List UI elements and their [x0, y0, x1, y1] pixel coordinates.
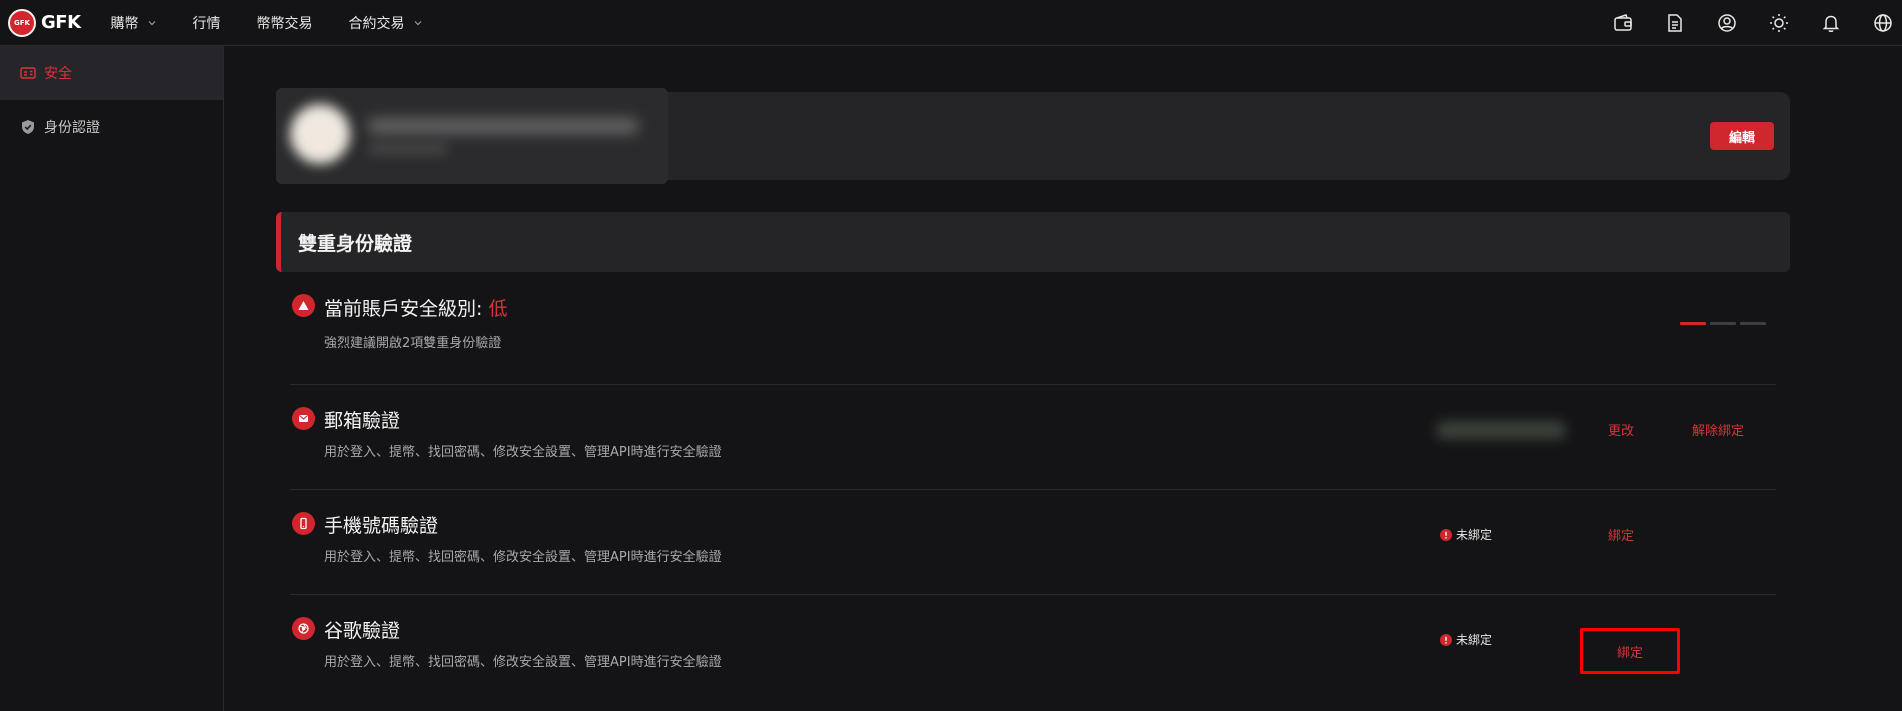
phone-verification-description: 用於登入、提幣、找回密碼、修改安全設置、管理API時進行安全驗證	[324, 550, 722, 565]
bind-phone-link[interactable]: 綁定	[1608, 525, 1634, 544]
edit-profile-button[interactable]: 編輯	[1710, 122, 1774, 150]
security-level-description: 強烈建議開啟2項雙重身份驗證	[324, 336, 502, 351]
security-level-prefix: 當前賬戶安全級別:	[324, 298, 483, 320]
nav-item-futures-trading[interactable]: 合約交易	[349, 13, 423, 33]
security-level-value: 低	[488, 298, 508, 320]
id-card-icon	[20, 67, 36, 79]
sidebar-item-label: 安全	[44, 66, 72, 82]
alert-circle-icon	[1440, 528, 1452, 541]
shield-check-icon	[22, 120, 34, 134]
brand-logo[interactable]: GFK GFK	[8, 8, 81, 37]
brand-name: GFK	[41, 12, 81, 33]
google-authenticator-status: 未綁定	[1440, 631, 1492, 648]
alert-circle-icon	[1440, 633, 1452, 646]
blurred-bound-email-status	[1436, 421, 1566, 439]
security-level-indicator	[1676, 322, 1766, 325]
nav-item-label: 行情	[192, 15, 221, 32]
google-authenticator-status-label: 未綁定	[1456, 633, 1493, 647]
sidebar-item-identity-verification[interactable]: 身份認證	[0, 100, 223, 154]
blurred-account-uid	[368, 144, 448, 154]
google-authenticator-icon	[292, 617, 315, 640]
nav-item-buy-crypto[interactable]: 購幣	[111, 13, 157, 33]
bind-google-authenticator-link[interactable]: 綁定	[1580, 628, 1680, 674]
nav-item-label: 幣幣交易	[256, 15, 313, 32]
blurred-profile-info	[276, 88, 668, 184]
blurred-account-email	[368, 118, 638, 134]
nav-item-label: 合約交易	[348, 15, 405, 32]
sidebar-item-label: 身份認證	[44, 120, 100, 136]
chevron-down-icon	[414, 20, 421, 25]
notification-bell-icon[interactable]	[1820, 12, 1842, 34]
google-authenticator-row: 谷歌驗證 用於登入、提幣、找回密碼、修改安全設置、管理API時進行安全驗證 未綁…	[290, 595, 1776, 700]
unbind-email-link[interactable]: 解除綁定	[1692, 420, 1744, 439]
security-level-bar	[1710, 322, 1736, 325]
nav-item-markets[interactable]: 行情	[193, 13, 221, 33]
nav-item-label: 購幣	[110, 15, 139, 32]
language-globe-icon[interactable]	[1872, 12, 1894, 34]
nav-item-spot-trading[interactable]: 幣幣交易	[257, 13, 313, 33]
email-verification-title: 郵箱驗證	[324, 410, 401, 432]
top-right-toolbar	[1612, 0, 1902, 46]
sidebar-item-security[interactable]: 安全	[0, 46, 223, 100]
security-level-row: 當前賬戶安全級別: 低 強烈建議開啟2項雙重身份驗證	[290, 280, 1776, 385]
warning-triangle-icon	[292, 294, 315, 317]
mobile-phone-icon	[292, 512, 315, 535]
email-verification-row: 郵箱驗證 用於登入、提幣、找回密碼、修改安全設置、管理API時進行安全驗證 更改…	[290, 385, 1776, 490]
phone-status-label: 未綁定	[1456, 528, 1493, 542]
profile-card: 編輯	[276, 88, 1790, 184]
email-verification-description: 用於登入、提幣、找回密碼、修改安全設置、管理API時進行安全驗證	[324, 445, 722, 460]
phone-verification-row: 手機號碼驗證 用於登入、提幣、找回密碼、修改安全設置、管理API時進行安全驗證 …	[290, 490, 1776, 595]
theme-sun-icon[interactable]	[1768, 12, 1790, 34]
avatar	[290, 104, 350, 164]
security-level-bar	[1740, 322, 1766, 325]
google-authenticator-description: 用於登入、提幣、找回密碼、修改安全設置、管理API時進行安全驗證	[324, 655, 722, 670]
google-authenticator-title: 谷歌驗證	[324, 620, 401, 642]
orders-document-icon[interactable]	[1664, 12, 1686, 34]
brand-logo-mark: GFK	[8, 8, 36, 37]
main-nav: 購幣 行情 幣幣交易 合約交易	[111, 13, 459, 33]
phone-status: 未綁定	[1440, 526, 1492, 543]
security-level-bar	[1680, 322, 1706, 325]
email-icon	[292, 407, 315, 430]
user-account-icon[interactable]	[1716, 12, 1738, 34]
chevron-down-icon	[148, 20, 155, 25]
top-navigation-bar: GFK GFK 購幣 行情 幣幣交易 合約交易	[0, 0, 1902, 46]
sidebar: 安全 身份認證	[0, 46, 224, 711]
change-email-link[interactable]: 更改	[1608, 420, 1634, 439]
wallet-icon[interactable]	[1612, 12, 1634, 34]
security-level-title: 當前賬戶安全級別: 低	[324, 294, 507, 321]
phone-verification-title: 手機號碼驗證	[324, 515, 439, 537]
two-factor-section-title: 雙重身份驗證	[276, 212, 1790, 272]
